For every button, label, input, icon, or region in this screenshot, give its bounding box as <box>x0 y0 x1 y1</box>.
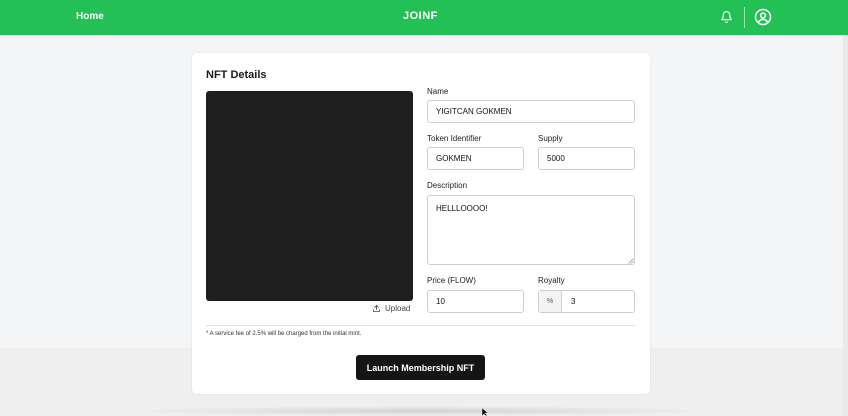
description-textarea[interactable]: HELLLOOOO! <box>427 195 635 265</box>
supply-label: Supply <box>538 134 563 143</box>
upload-button[interactable]: Upload <box>372 304 410 313</box>
bottom-shadow <box>120 406 720 416</box>
token-identifier-input[interactable] <box>427 147 524 170</box>
card-title: NFT Details <box>206 69 267 81</box>
name-label: Name <box>427 87 449 96</box>
nav-home-link[interactable]: Home <box>76 11 104 22</box>
divider <box>206 325 635 326</box>
brand-logo[interactable]: JOINF <box>403 10 438 22</box>
percent-prefix: % <box>539 291 562 312</box>
royalty-label: Royalty <box>538 276 565 285</box>
upload-label: Upload <box>385 304 411 313</box>
nft-image-preview[interactable] <box>206 91 413 301</box>
resize-grip-icon[interactable] <box>628 258 634 264</box>
description-label: Description <box>427 181 468 190</box>
top-nav-bar: Home JOINF <box>0 0 848 35</box>
vertical-scrollbar[interactable] <box>843 35 848 416</box>
royalty-input[interactable] <box>563 291 634 312</box>
name-input[interactable] <box>427 100 635 123</box>
token-identifier-label: Token Identifier <box>427 134 482 143</box>
supply-input[interactable] <box>538 147 635 170</box>
account-circle-icon[interactable] <box>754 8 772 26</box>
launch-membership-nft-button[interactable]: Launch Membership NFT <box>356 355 485 380</box>
price-label: Price (FLOW) <box>427 276 476 285</box>
upload-icon <box>373 305 380 312</box>
royalty-field[interactable]: % <box>538 290 635 313</box>
header-divider <box>744 7 745 28</box>
bell-icon[interactable] <box>720 10 733 24</box>
service-fee-note: * A service fee of 2.5% will be charged … <box>206 331 362 337</box>
price-input[interactable] <box>427 290 524 313</box>
mouse-cursor-icon <box>481 408 489 416</box>
